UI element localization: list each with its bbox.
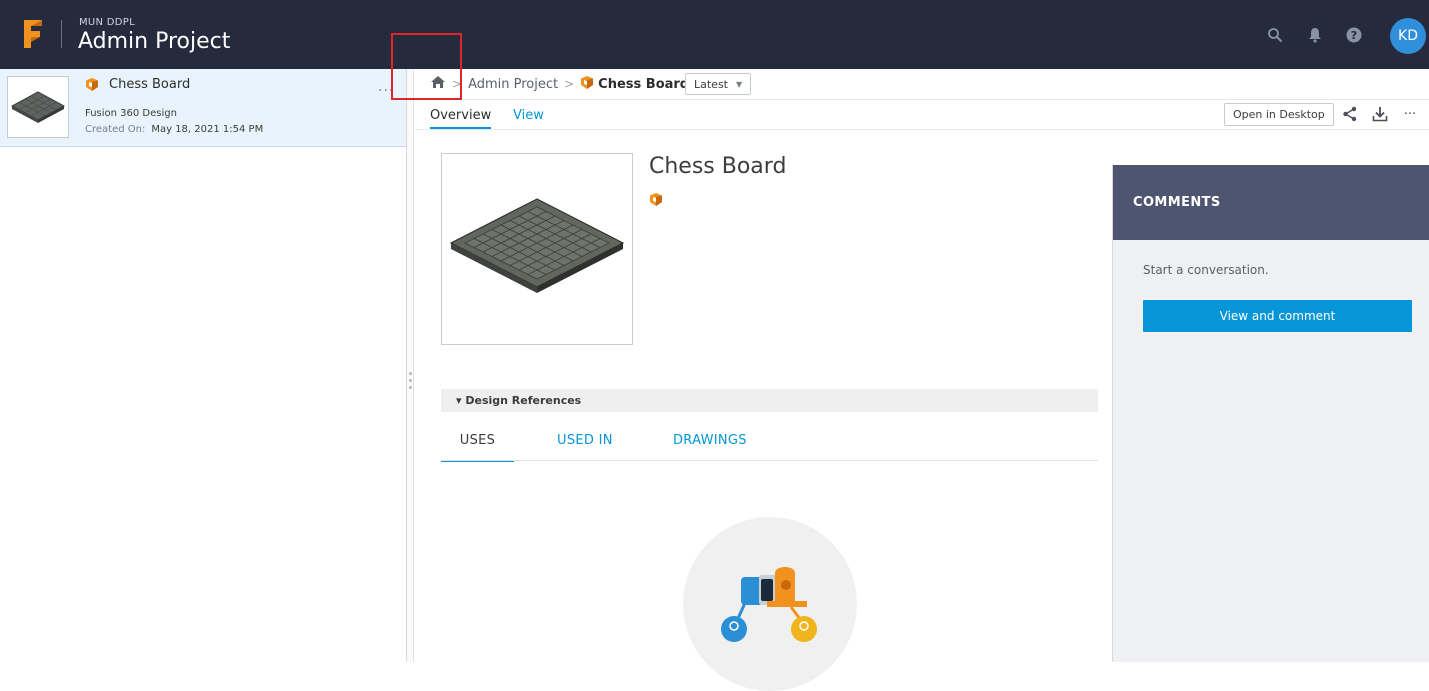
file-created: Created On: May 18, 2021 1:54 PM bbox=[85, 124, 263, 135]
hub-name[interactable]: MUN DDPL bbox=[79, 17, 135, 28]
help-icon[interactable]: ? bbox=[1345, 26, 1363, 44]
breadcrumb-project[interactable]: Admin Project bbox=[468, 77, 558, 92]
fusion-design-icon bbox=[580, 75, 594, 94]
view-and-comment-button[interactable]: View and comment bbox=[1143, 300, 1412, 332]
file-type: Fusion 360 Design bbox=[85, 108, 177, 119]
chevron-right-icon: > bbox=[564, 77, 575, 91]
file-thumbnail[interactable] bbox=[7, 76, 69, 138]
file-list-item[interactable]: Chess Board Fusion 360 Design Created On… bbox=[0, 69, 406, 147]
comments-prompt: Start a conversation. bbox=[1143, 263, 1269, 277]
tab-drawings[interactable]: DRAWINGS bbox=[673, 433, 747, 448]
project-title[interactable]: Admin Project bbox=[78, 29, 230, 54]
panel-splitter[interactable] bbox=[407, 69, 414, 662]
download-icon[interactable] bbox=[1371, 105, 1389, 123]
tab-uses[interactable]: USES bbox=[441, 433, 514, 462]
design-references-header[interactable]: ▾ Design References bbox=[441, 389, 1098, 412]
divider bbox=[415, 129, 1429, 130]
open-in-desktop-button[interactable]: Open in Desktop bbox=[1224, 103, 1334, 126]
share-icon[interactable] bbox=[1341, 105, 1359, 123]
file-list-panel: Chess Board Fusion 360 Design Created On… bbox=[0, 69, 407, 662]
comments-header: COMMENTS bbox=[1113, 165, 1429, 240]
comments-title: COMMENTS bbox=[1133, 195, 1221, 210]
fusion-design-icon bbox=[649, 192, 663, 211]
splitter-handle[interactable] bbox=[409, 372, 412, 393]
svg-text:?: ? bbox=[1351, 29, 1357, 42]
search-icon[interactable] bbox=[1266, 26, 1284, 44]
design-title: Chess Board bbox=[649, 154, 787, 179]
comments-panel: COMMENTS Start a conversation. View and … bbox=[1112, 165, 1429, 662]
user-avatar[interactable]: KD bbox=[1390, 18, 1426, 54]
created-label: Created On: bbox=[85, 124, 146, 135]
divider bbox=[441, 460, 1098, 461]
design-preview-image[interactable] bbox=[441, 153, 633, 345]
top-bar: MUN DDPL Admin Project ? KD bbox=[0, 0, 1429, 69]
empty-references-illustration bbox=[683, 517, 857, 691]
breadcrumb: > Admin Project > Chess Board bbox=[430, 72, 689, 96]
version-label: Latest bbox=[694, 77, 728, 91]
tab-overview[interactable]: Overview bbox=[430, 108, 492, 129]
file-name[interactable]: Chess Board bbox=[109, 77, 190, 92]
bell-icon[interactable] bbox=[1306, 26, 1324, 44]
more-icon[interactable]: ··· bbox=[1401, 105, 1419, 123]
tab-view[interactable]: View bbox=[513, 108, 544, 123]
created-value: May 18, 2021 1:54 PM bbox=[151, 124, 264, 135]
logo-separator bbox=[61, 20, 62, 48]
tab-used-in[interactable]: USED IN bbox=[557, 433, 613, 448]
version-dropdown[interactable]: Latest ▼ bbox=[685, 73, 752, 95]
fusion-logo-icon[interactable] bbox=[22, 18, 44, 50]
fusion-design-icon bbox=[85, 77, 99, 96]
breadcrumb-current[interactable]: Chess Board bbox=[598, 77, 689, 92]
caret-down-icon: ▼ bbox=[736, 79, 743, 89]
divider bbox=[415, 99, 1429, 100]
highlight-annotation-box bbox=[391, 33, 462, 100]
